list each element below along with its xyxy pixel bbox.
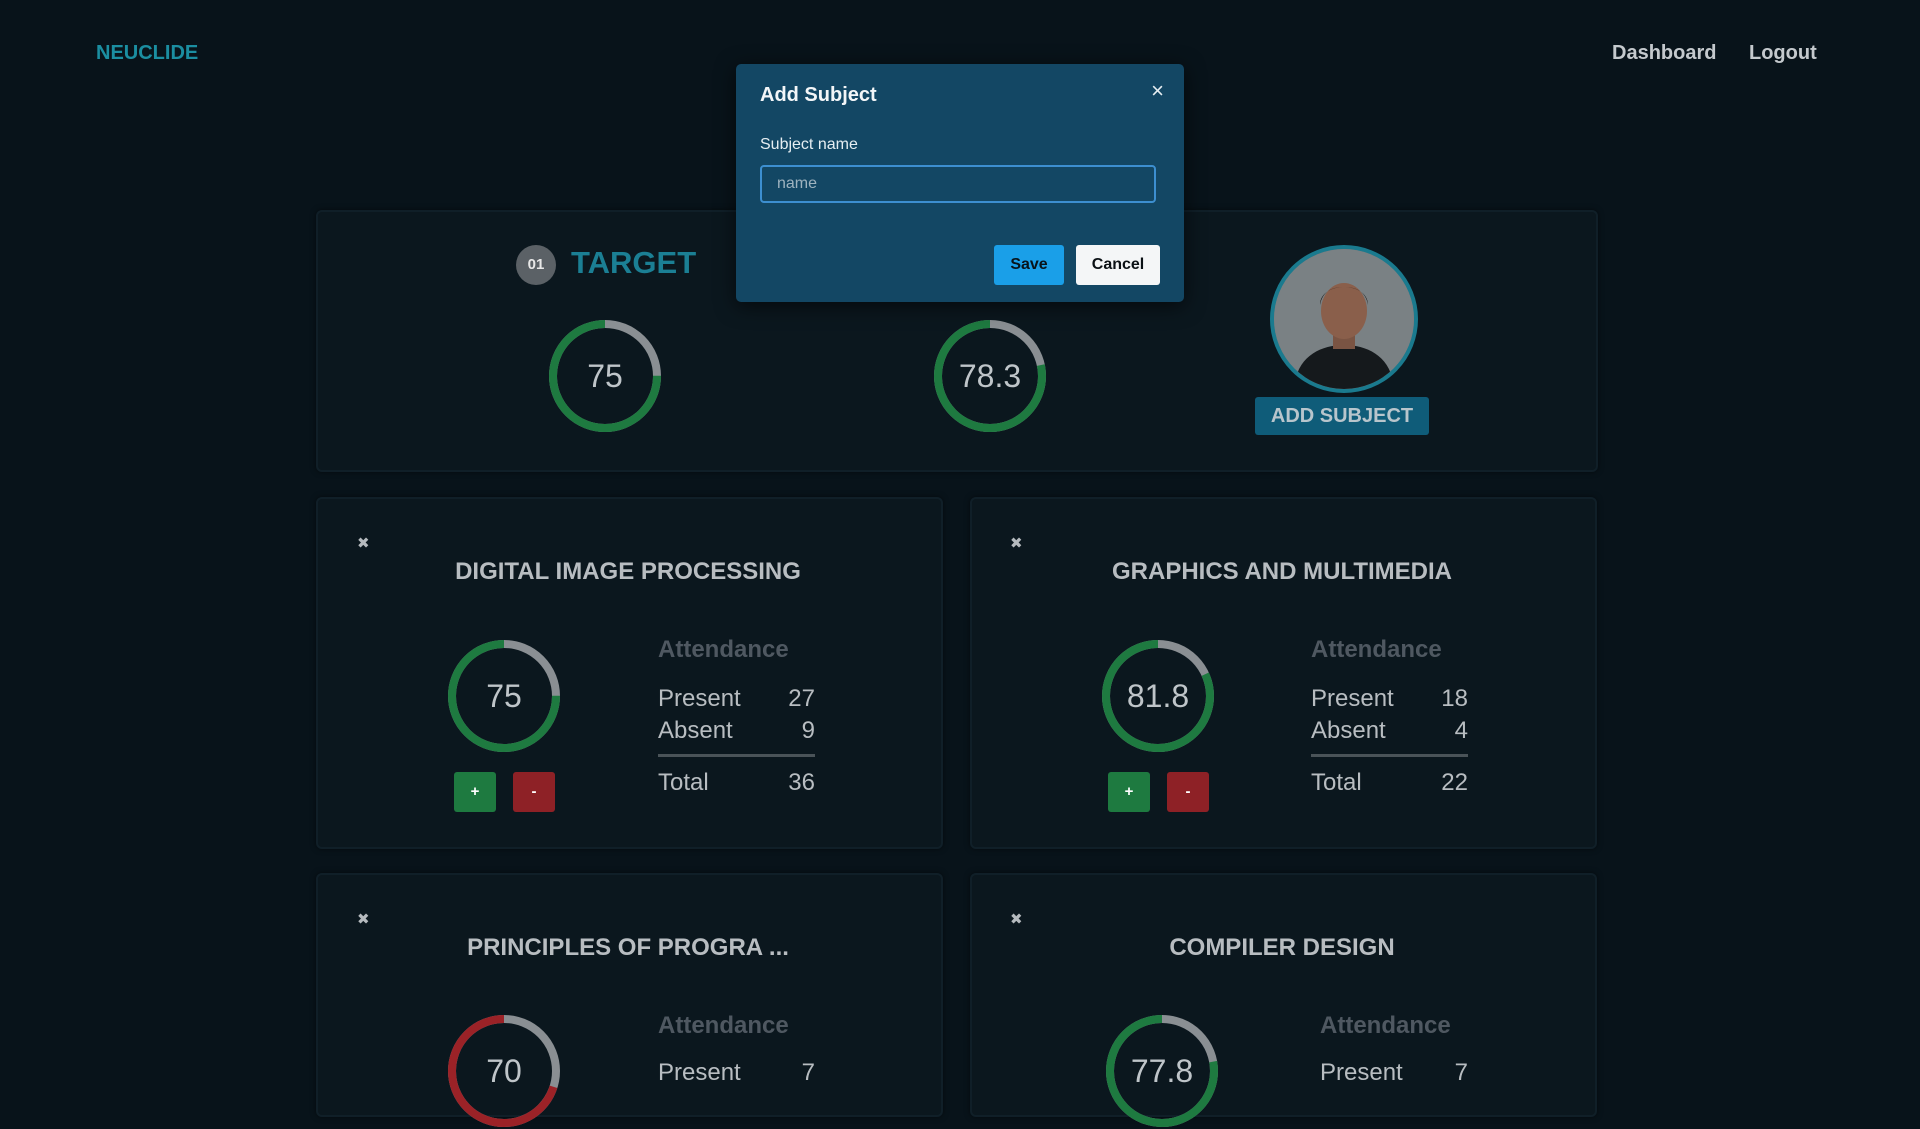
subject-name-input[interactable]	[760, 165, 1156, 203]
subject-name-label: Subject name	[760, 136, 858, 153]
cancel-button[interactable]: Cancel	[1076, 245, 1160, 285]
add-subject-modal: Add Subject × Subject name Save Cancel	[736, 64, 1184, 302]
modal-title: Add Subject	[760, 84, 877, 106]
close-icon[interactable]: ×	[1151, 78, 1164, 104]
save-button[interactable]: Save	[994, 245, 1064, 285]
